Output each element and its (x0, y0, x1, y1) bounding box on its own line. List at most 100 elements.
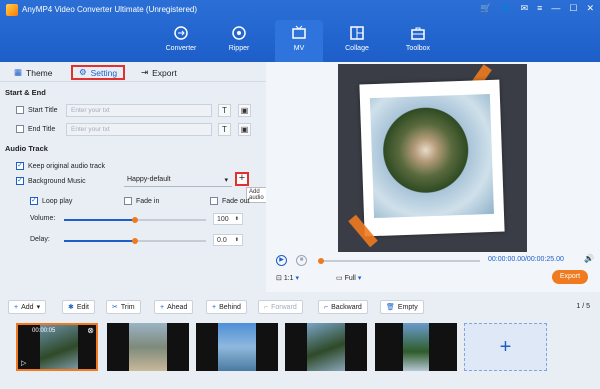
stepper-icon[interactable]: ⬍ (235, 237, 239, 243)
close-icon[interactable]: ✕ (586, 3, 594, 14)
clip-timeline: 00:00:05 ⊗ ▷ + (0, 320, 600, 389)
volume-slider[interactable] (64, 217, 206, 223)
scissors-icon: ✂ (112, 304, 118, 311)
ripper-icon (232, 26, 246, 40)
backward-icon: ⌐ (324, 303, 329, 311)
delay-slider[interactable] (64, 238, 206, 244)
nav-mv[interactable]: MV (275, 20, 323, 62)
minimize-icon[interactable]: — (551, 3, 560, 14)
fade-in-checkbox[interactable] (124, 197, 132, 205)
end-title-row: End Title (16, 125, 55, 133)
edit-button[interactable]: ✱ Edit (62, 300, 95, 314)
plus-icon: + (160, 303, 165, 311)
volume-label: Volume: (30, 215, 56, 222)
loop-row: ✓ Loop play (30, 197, 73, 205)
behind-button[interactable]: + Behind (206, 300, 247, 314)
playhead[interactable] (318, 258, 324, 264)
nav-ripper[interactable]: Ripper (218, 20, 260, 62)
clip-2[interactable] (107, 323, 189, 371)
play-icon[interactable]: ▷ (21, 359, 26, 367)
nav-converter[interactable]: Converter (160, 20, 202, 62)
play-icon[interactable]: ▶ (276, 255, 287, 266)
end-title-font-button[interactable]: T (218, 123, 231, 136)
preview-panel: ▶ ■ 00:00:00.00/00:00:25.00 🔊 ⊡ 1:1 ▾ ▭ … (266, 62, 600, 292)
cart-icon[interactable]: 🛒 (480, 3, 491, 14)
end-title-checkbox[interactable] (16, 125, 24, 133)
nav-collage[interactable]: Collage (336, 20, 378, 62)
screen-size-select[interactable]: ▭ Full ▾ (336, 274, 361, 282)
player-controls: ▶ ■ 00:00:00.00/00:00:25.00 🔊 ⊡ 1:1 ▾ ▭ … (266, 252, 600, 292)
forward-button[interactable]: ⌐ Forward (258, 300, 303, 314)
delay-fill (64, 240, 135, 242)
window-controls: 🛒 👤 ✉ ≡ — ☐ ✕ (480, 3, 594, 14)
delay-knob[interactable] (132, 238, 138, 244)
forward-icon: ⌐ (264, 303, 269, 311)
export-icon: ⇥ (141, 67, 149, 77)
photo-frame (359, 79, 505, 237)
add-clip-button[interactable]: + (464, 323, 547, 371)
add-button[interactable]: + Add ▾ (8, 300, 47, 314)
fade-out-row: Fade out (210, 197, 250, 205)
clip-thumbnail (218, 323, 256, 371)
bgm-select[interactable]: Happy-default ▾ (124, 174, 232, 187)
stepper-icon[interactable]: ⬍ (235, 216, 239, 222)
trim-button[interactable]: ✂ Trim (106, 300, 141, 314)
gear-icon: ⚙ (79, 67, 87, 77)
bgm-row: ✓ Background Music (16, 177, 86, 185)
mv-icon (292, 25, 306, 39)
end-title-input[interactable]: Enter your txt (66, 123, 212, 136)
menu-icon[interactable]: ≡ (537, 3, 542, 14)
trash-icon: 🗑 (386, 304, 395, 311)
chat-icon[interactable]: ✉ (521, 3, 529, 14)
stop-icon[interactable]: ■ (296, 255, 307, 266)
app-logo-icon (6, 4, 18, 16)
start-end-heading: Start & End (5, 88, 46, 97)
export-button[interactable]: Export (552, 270, 588, 284)
empty-button[interactable]: 🗑 Empty (380, 300, 424, 314)
clip-toolbar: + Add ▾ ✱ Edit ✂ Trim + Ahead + Behind ⌐ Forwar… (0, 298, 600, 318)
start-title-font-button[interactable]: T (218, 104, 231, 117)
volume-knob[interactable] (132, 217, 138, 223)
top-bar: AnyMP4 Video Converter Ultimate (Unregis… (0, 0, 600, 62)
close-icon[interactable]: ⊗ (87, 326, 94, 335)
ahead-button[interactable]: + Ahead (154, 300, 194, 314)
clip-thumbnail (307, 323, 345, 371)
add-audio-button[interactable]: + (235, 172, 249, 186)
clip-1[interactable]: 00:00:05 ⊗ ▷ (16, 323, 98, 371)
keep-audio-checkbox[interactable]: ✓ (16, 162, 24, 170)
clip-thumbnail (403, 323, 429, 371)
playback-progress[interactable] (318, 258, 480, 264)
start-title-row: Start Title (16, 106, 58, 114)
clip-4[interactable] (285, 323, 367, 371)
audio-track-heading: Audio Track (5, 144, 48, 153)
clip-duration: 00:00:05 (32, 328, 56, 334)
aspect-ratio-select[interactable]: ⊡ 1:1 ▾ (276, 274, 299, 282)
clip-3[interactable] (196, 323, 278, 371)
clip-pager: 1 / 5 (576, 303, 590, 310)
tab-setting[interactable]: ⚙ Setting (71, 65, 126, 80)
nav-toolbox[interactable]: Toolbox (396, 20, 440, 62)
loop-checkbox[interactable]: ✓ (30, 197, 38, 205)
volume-icon[interactable]: 🔊 (584, 254, 594, 263)
chevron-down-icon: ▾ (224, 177, 228, 184)
chevron-down-icon: ▾ (36, 304, 41, 311)
backward-button[interactable]: ⌐ Backward (318, 300, 368, 314)
maximize-icon[interactable]: ☐ (569, 3, 577, 14)
start-title-style-button[interactable]: ▣ (238, 104, 251, 117)
start-title-checkbox[interactable] (16, 106, 24, 114)
chevron-down-icon: ▾ (357, 275, 362, 282)
monitor-icon: ▭ (336, 275, 343, 282)
delay-input[interactable]: 0.0 ⬍ (213, 234, 243, 246)
ratio-icon: ⊡ (276, 275, 282, 282)
clip-5[interactable] (375, 323, 457, 371)
bgm-checkbox[interactable]: ✓ (16, 177, 24, 185)
start-title-input[interactable]: Enter your txt (66, 104, 212, 117)
clip-thumbnail (129, 323, 167, 371)
plus-icon: + (14, 303, 19, 311)
tab-export[interactable]: ⇥ Export (141, 65, 177, 80)
fade-out-checkbox[interactable] (210, 197, 218, 205)
volume-input[interactable]: 100 ⬍ (213, 213, 243, 225)
tab-theme[interactable]: ▦ Theme (14, 65, 53, 80)
user-icon[interactable]: 👤 (500, 3, 511, 14)
end-title-style-button[interactable]: ▣ (238, 123, 251, 136)
